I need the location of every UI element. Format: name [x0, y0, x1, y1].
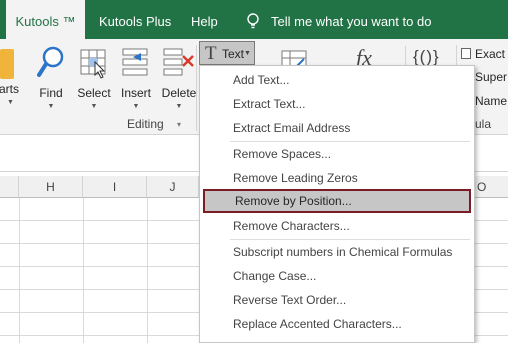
dialog-launcher-icon[interactable]: ▾ — [177, 120, 181, 129]
magnifier-icon — [37, 46, 64, 77]
name-label: Name — [475, 94, 508, 108]
group-label-editing: Editing — [127, 117, 164, 131]
chevron-down-icon: ▼ — [175, 103, 183, 110]
insert-cells-icon — [122, 48, 148, 76]
braces-icon: {()} — [413, 47, 440, 66]
select-cells-icon — [80, 49, 106, 79]
delete-cells-icon — [163, 48, 194, 76]
find-button[interactable]: Find ▼ — [34, 43, 68, 123]
delete-button[interactable]: Delete ▼ — [159, 43, 199, 123]
menu-item-remove-characters[interactable]: Remove Characters... — [200, 214, 474, 238]
insert-label: Insert — [120, 86, 151, 100]
menu-item-reverse-text-order[interactable]: Reverse Text Order... — [200, 288, 474, 312]
text-button-label: Text — [222, 47, 245, 61]
tab-help[interactable]: Help — [191, 0, 218, 39]
select-label: Select — [77, 86, 111, 100]
delete-label: Delete — [161, 86, 197, 100]
chevron-down-icon: ▼ — [7, 99, 14, 106]
chevron-down-icon: ▼ — [90, 103, 98, 110]
menu-item-remove-spaces[interactable]: Remove Spaces... — [200, 142, 474, 166]
grid-line — [83, 198, 84, 343]
ribbon-tab-bar: Kutools ™ Kutools Plus Help Tell me what… — [0, 0, 508, 39]
column-header-h[interactable]: H — [19, 176, 83, 198]
text-dropdown-menu: Add Text... Extract Text... Extract Emai… — [199, 65, 475, 343]
lightbulb-icon — [247, 13, 259, 29]
charts-button-label[interactable]: arts — [0, 82, 19, 96]
menu-item-change-case[interactable]: Change Case... — [200, 264, 474, 288]
menu-item-replace-accented[interactable]: Replace Accented Characters... — [200, 312, 474, 336]
column-header-i[interactable]: I — [83, 176, 147, 198]
chevron-down-icon: ▼ — [47, 103, 55, 110]
menu-item-remove-by-position[interactable]: Remove by Position... — [203, 189, 471, 213]
column-header-j[interactable]: J — [147, 176, 199, 198]
column-header-o[interactable]: O — [475, 176, 508, 198]
insert-button[interactable]: Insert ▼ — [117, 43, 155, 123]
grid-line — [19, 198, 20, 343]
menu-item-add-text[interactable]: Add Text... — [200, 68, 474, 92]
menu-item-subscript-numbers[interactable]: Subscript numbers in Chemical Formulas — [200, 240, 474, 264]
tab-kutools[interactable]: Kutools ™ — [6, 0, 85, 39]
copy-icon — [461, 48, 471, 59]
text-dropdown-button[interactable]: T Text ▼ — [199, 41, 255, 65]
chevron-down-icon: ▼ — [244, 50, 251, 57]
menu-item-remove-leading-zeros[interactable]: Remove Leading Zeros — [200, 166, 474, 190]
exact-label: Exact — [475, 47, 506, 61]
grid-line — [147, 198, 148, 343]
group-label-formula: ula — [475, 117, 492, 131]
group-divider — [196, 45, 197, 131]
find-label: Find — [39, 86, 63, 100]
select-button[interactable]: Select ▼ — [74, 43, 114, 123]
menu-item-extract-email[interactable]: Extract Email Address — [200, 116, 474, 140]
text-tool-icon: T — [205, 43, 217, 64]
super-label: Super — [475, 70, 508, 84]
column-header-partial[interactable] — [0, 176, 19, 198]
tell-me-search[interactable]: Tell me what you want to do — [271, 0, 431, 39]
menu-item-extract-text[interactable]: Extract Text... — [200, 92, 474, 116]
exact-copy-button[interactable]: Exact — [461, 47, 505, 61]
tab-kutools-plus[interactable]: Kutools Plus — [99, 0, 171, 39]
chevron-down-icon: ▼ — [132, 103, 140, 110]
charts-icon — [0, 49, 14, 79]
